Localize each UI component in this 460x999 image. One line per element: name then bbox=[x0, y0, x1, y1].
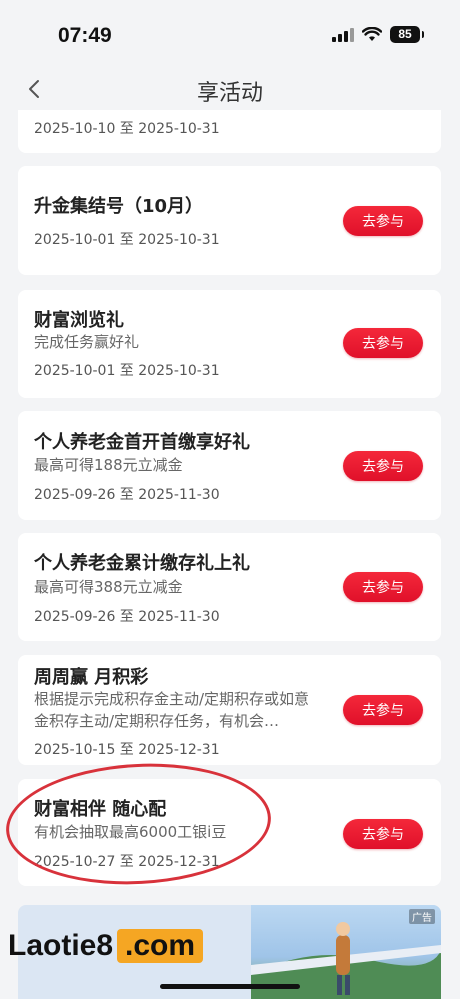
join-button[interactable]: 去参与 bbox=[343, 451, 423, 481]
activity-desc: 根据提示完成积存金主动/定期积存或如意金积存主动/定期积存任务，有机会… bbox=[34, 690, 310, 730]
activity-card[interactable]: 升金集结号（10月） 2025-10-01 至 2025-10-31 去参与 bbox=[18, 166, 441, 275]
activity-title: 周周赢 月积彩 bbox=[34, 667, 149, 688]
activity-title: 升金集结号（10月） bbox=[34, 196, 204, 217]
activity-desc: 完成任务赢好礼 bbox=[34, 333, 140, 351]
activity-date: 2025-09-26 至 2025-11-30 bbox=[34, 487, 220, 503]
join-button[interactable]: 去参与 bbox=[343, 819, 423, 849]
watermark-text: Laotie8 bbox=[8, 929, 114, 962]
activity-card[interactable]: 财富浏览礼 完成任务赢好礼 2025-10-01 至 2025-10-31 去参… bbox=[18, 290, 441, 398]
watermark: Laotie8 .com bbox=[8, 922, 204, 970]
status-bar: 07:49 85 bbox=[0, 0, 460, 70]
join-button[interactable]: 去参与 bbox=[343, 695, 423, 725]
activity-date: 2025-10-01 至 2025-10-31 bbox=[34, 232, 220, 248]
join-button[interactable]: 去参与 bbox=[343, 572, 423, 602]
status-time: 07:49 bbox=[58, 24, 112, 47]
watermark-domain: .com bbox=[117, 929, 204, 963]
join-button[interactable]: 去参与 bbox=[343, 328, 423, 358]
home-indicator bbox=[160, 984, 300, 989]
battery-icon: 85 bbox=[390, 26, 424, 43]
activity-date: 2025-09-26 至 2025-11-30 bbox=[34, 609, 220, 625]
activity-title: 个人养老金累计缴存礼上礼 bbox=[34, 553, 250, 574]
activity-date: 2025-10-01 至 2025-10-31 bbox=[34, 363, 220, 379]
activity-date: 2025-10-10 至 2025-10-31 bbox=[34, 121, 220, 137]
activity-card[interactable]: 个人养老金累计缴存礼上礼 最高可得388元立减金 2025-09-26 至 20… bbox=[18, 533, 441, 641]
wifi-icon bbox=[362, 27, 382, 42]
page-title: 享活动 bbox=[196, 81, 263, 106]
activity-card[interactable]: 个人养老金首开首缴享好礼 最高可得188元立减金 2025-09-26 至 20… bbox=[18, 411, 441, 520]
status-icons: 85 bbox=[332, 26, 424, 43]
activity-date: 2025-10-15 至 2025-12-31 bbox=[34, 742, 220, 758]
activity-desc: 最高可得188元立减金 bbox=[34, 456, 183, 474]
nav-bar: 享活动 bbox=[0, 70, 460, 110]
activity-card-partial[interactable]: 2025-10-10 至 2025-10-31 bbox=[18, 110, 441, 153]
activity-title: 财富浏览礼 bbox=[34, 310, 124, 331]
join-button[interactable]: 去参与 bbox=[343, 206, 423, 236]
activity-desc: 最高可得388元立减金 bbox=[34, 578, 183, 596]
activity-title: 个人养老金首开首缴享好礼 bbox=[34, 432, 250, 453]
ad-tag: 广告 bbox=[409, 909, 435, 924]
activity-card[interactable]: 周周赢 月积彩 根据提示完成积存金主动/定期积存或如意金积存主动/定期积存任务，… bbox=[18, 655, 441, 765]
cellular-signal-icon bbox=[332, 27, 354, 42]
